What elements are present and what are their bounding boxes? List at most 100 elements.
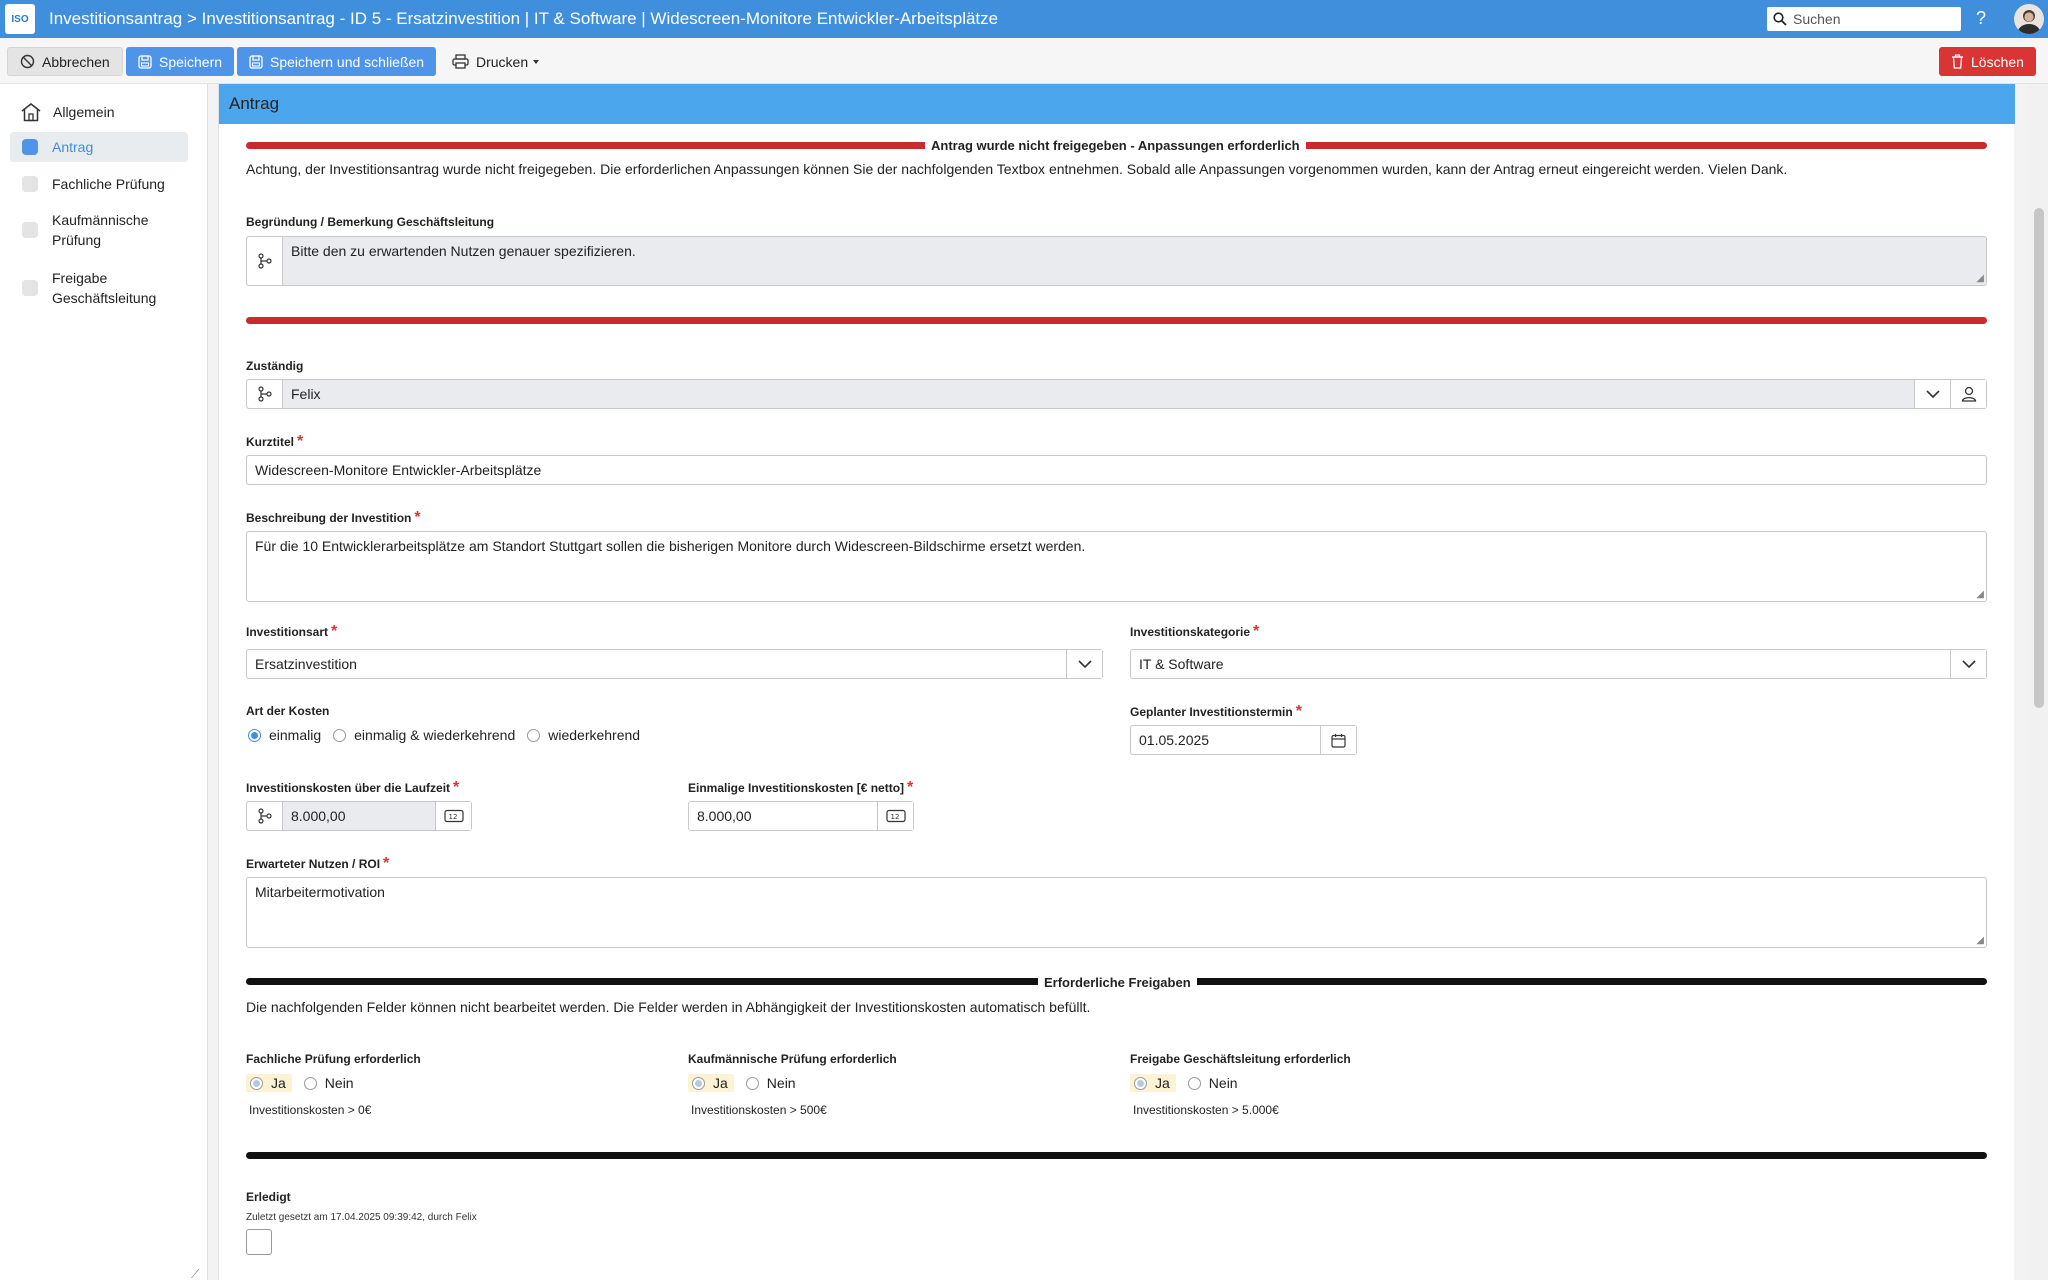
kaufmaennische-pruefung-radio-group: Ja Nein [688,1074,808,1092]
kostenart-option-einmalig-wiederkehrend[interactable]: einmalig & wiederkehrend [333,727,515,743]
kurztitel-label: Kurztitel * [246,433,304,450]
fachliche-pruefung-nein: Nein [303,1074,354,1092]
fachliche-pruefung-label: Fachliche Prüfung erforderlich [246,1052,421,1066]
save-and-close-button[interactable]: Speichern und schließen [237,47,437,76]
window-title: Investitionsantrag > Investitionsantrag … [49,9,999,28]
print-button[interactable]: Drucken [440,47,553,76]
kosten-laufzeit-value: 8.000,00 [291,808,346,824]
help-icon[interactable]: ? [1976,8,1986,29]
user-icon[interactable] [1950,380,1986,408]
investitionsart-select[interactable]: Ersatzinvestition [246,649,1103,679]
begruendung-textarea[interactable]: Bitte den zu erwartenden Nutzen genauer … [246,236,1987,286]
kosten-laufzeit-label: Investitionskosten über die Laufzeit * [246,779,460,796]
kosten-laufzeit-input[interactable]: 8.000,00 12 [246,801,472,831]
svg-text:12: 12 [890,813,899,821]
investitionskategorie-select[interactable]: IT & Software [1130,649,1987,679]
svg-text:12: 12 [448,813,457,821]
user-avatar[interactable] [2014,4,2044,34]
save-button[interactable]: Speichern [126,47,235,76]
toolbar: Abbrechen Speichern Speichern und schlie… [0,38,2048,84]
search-box[interactable] [1767,7,1961,31]
required-marker: * [414,509,421,526]
beschreibung-value: Für die 10 Entwicklerarbeitsplätze am St… [255,538,1086,554]
sidebar-item-label: Freigabe [52,270,108,286]
sidebar-item-label: Geschäftsleitung [52,290,157,306]
einmalig-kosten-label: Einmalige Investitionskosten [€ netto] * [688,779,914,796]
resize-grip-icon[interactable]: ◢ [1976,936,1984,946]
kostenart-option-wiederkehrend[interactable]: wiederkehrend [527,727,640,743]
number-input-icon: 12 [435,802,471,830]
sidebar-item-label: Kaufmännische [52,212,149,228]
save-icon [249,54,263,69]
title-bar: ISO Investitionsantrag > Investitionsant… [0,0,2048,38]
chevron-down-icon[interactable] [1066,650,1102,678]
sidebar-item-freigabe-geschaeftsleitung[interactable]: Freigabe Geschäftsleitung [10,268,188,312]
kurztitel-value: Widescreen-Monitore Entwickler-Arbeitspl… [255,462,542,478]
required-marker: * [907,779,914,796]
freigaben-end-separator [246,1152,1987,1159]
investitionskategorie-value: IT & Software [1139,656,1224,672]
radio-selected-icon [692,1076,705,1090]
sidebar-item-allgemein[interactable]: Allgemein [10,98,188,126]
radio-icon [333,728,347,742]
required-marker: * [297,433,304,450]
erledigt-meta: Zuletzt gesetzt am 17.04.2025 09:39:42, … [246,1212,477,1223]
beschreibung-label: Beschreibung der Investition * [246,509,421,526]
search-input[interactable] [1793,11,1953,27]
zustaendig-select[interactable]: Felix [246,379,1987,409]
termin-datepicker[interactable]: 01.05.2025 [1130,725,1357,755]
fachliche-pruefung-hint: Investitionskosten > 0€ [249,1103,372,1117]
resize-grip-icon[interactable]: ◢ [1976,590,1984,600]
beschreibung-textarea[interactable]: Für die 10 Entwicklerarbeitsplätze am St… [246,531,1987,602]
sidebar-item-label: Prüfung [52,232,102,248]
cancel-button[interactable]: Abbrechen [7,47,123,76]
resize-grip-icon[interactable]: ◢ [1976,274,1984,284]
number-input-icon: 12 [877,802,913,830]
home-icon [21,103,41,122]
app-logo[interactable]: ISO [5,4,35,34]
caret-down-icon [533,59,540,64]
freigabe-gl-label: Freigabe Geschäftsleitung erforderlich [1130,1052,1351,1066]
fachliche-pruefung-radio-group: Ja Nein [246,1074,366,1092]
delete-button[interactable]: Löschen [1939,47,2036,76]
freigaben-text: Die nachfolgenden Felder können nicht be… [246,999,1091,1015]
required-marker: * [1253,623,1260,640]
search-icon [1773,12,1787,26]
kaufmaennische-pruefung-ja: Ja [688,1074,734,1092]
sidebar-resize-handle[interactable]: ⟋ [191,1267,199,1280]
kostenart-label: Art der Kosten [246,704,330,718]
kaufmaennische-pruefung-label: Kaufmännische Prüfung erforderlich [688,1052,897,1066]
chevron-down-icon[interactable] [1914,380,1950,408]
save-label: Speichern [159,53,223,70]
radio-icon [745,1076,759,1090]
workflow-icon [247,380,283,408]
calendar-icon[interactable] [1320,726,1356,754]
nutzen-textarea[interactable]: Mitarbeitermotivation ◢ [246,877,1987,948]
sidebar-item-antrag[interactable]: Antrag [10,132,188,162]
section-header: Antrag [219,84,2015,124]
radio-selected-icon [248,728,261,742]
status-dot-icon [22,280,38,296]
erledigt-checkbox[interactable] [246,1229,272,1255]
required-marker: * [383,855,390,872]
investitionsart-value: Ersatzinvestition [255,656,357,672]
fachliche-pruefung-ja: Ja [246,1074,292,1092]
main-panel: Antrag Antrag wurde nicht freigegeben - … [218,84,2015,1280]
scrollbar-thumb[interactable] [2034,208,2044,708]
warning-title: Antrag wurde nicht freigegeben - Anpassu… [925,138,1306,153]
begruendung-label: Begründung / Bemerkung Geschäftsleitung [246,215,495,229]
einmalig-kosten-input[interactable]: 8.000,00 12 [688,801,914,831]
investitionsart-label: Investitionsart * [246,623,338,640]
status-dot-icon [22,222,38,238]
sidebar-item-kaufmaennische-pruefung[interactable]: Kaufmännische Prüfung [10,210,188,254]
freigabe-gl-radio-group: Ja Nein [1130,1074,1250,1092]
chevron-down-icon[interactable] [1950,650,1986,678]
kurztitel-input[interactable]: Widescreen-Monitore Entwickler-Arbeitspl… [246,455,1987,485]
nutzen-value: Mitarbeitermotivation [255,884,385,900]
main-scrollbar[interactable] [2028,84,2048,1280]
sidebar-item-fachliche-pruefung[interactable]: Fachliche Prüfung [10,174,188,202]
required-marker: * [453,779,460,796]
radio-icon [527,728,541,742]
investitionskategorie-label: Investitionskategorie * [1130,623,1260,640]
kostenart-option-einmalig[interactable]: einmalig [248,727,321,743]
